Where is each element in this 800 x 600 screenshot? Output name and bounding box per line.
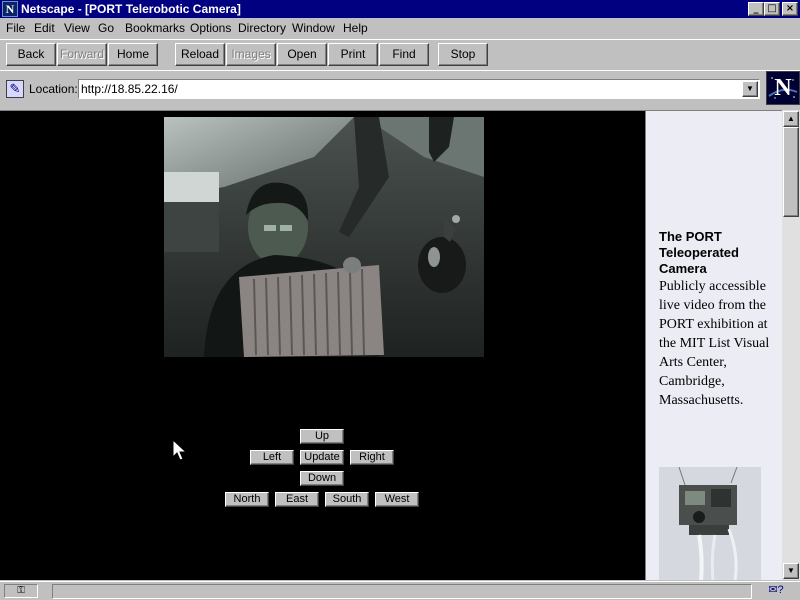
scrollbar-thumb[interactable] [783,127,799,217]
mouse-pointer-icon [172,439,188,461]
open-button[interactable]: Open [277,43,327,66]
status-bar: ⚿ ✉? [0,581,800,600]
close-button[interactable]: × [782,2,798,16]
camera-left-button[interactable]: Left [250,450,294,465]
camera-east-button[interactable]: East [275,492,319,507]
url-dropdown-button[interactable]: ▼ [742,81,758,97]
menu-directory[interactable]: Directory [236,20,288,36]
camera-south-button[interactable]: South [325,492,369,507]
camera-hardware-icon [659,467,761,580]
menu-edit[interactable]: Edit [32,20,57,36]
title-bar[interactable]: N Netscape - [PORT Telerobotic Camera] _… [0,0,800,18]
maximize-button[interactable]: □ [764,2,780,16]
camera-hardware-image [659,467,761,580]
page-content: Up Left Update Right Down North East Sou… [0,110,782,580]
images-button[interactable]: Images [226,43,276,66]
menu-help[interactable]: Help [341,20,370,36]
sidebar-description: Publicly accessible live video from the … [659,279,770,408]
find-button[interactable]: Find [379,43,429,66]
window-title: Netscape - [PORT Telerobotic Camera] [21,2,241,16]
url-input[interactable] [81,81,741,97]
menu-file[interactable]: File [4,20,27,36]
navigation-toolbar: Back Forward Home Reload Images Open Pri… [0,39,800,69]
netscape-logo[interactable]: N [766,71,800,105]
reload-button[interactable]: Reload [175,43,225,66]
location-label: Location: [29,82,78,96]
forward-button[interactable]: Forward [57,43,107,66]
camera-video-image [164,117,484,357]
print-button[interactable]: Print [328,43,378,66]
scroll-down-arrow-icon[interactable]: ▼ [783,563,799,579]
camera-update-button[interactable]: Update [300,450,344,465]
camera-north-button[interactable]: North [225,492,269,507]
location-bar: ✎ Location: ▼ N [0,70,800,108]
camera-west-button[interactable]: West [375,492,419,507]
back-button[interactable]: Back [6,43,56,66]
bookmark-quill-icon[interactable]: ✎ [6,80,24,98]
sidebar-heading: The PORT Teleoperated Camera [659,229,739,276]
camera-up-button[interactable]: Up [300,429,344,444]
vertical-scrollbar[interactable]: ▲ ▼ [782,110,800,580]
camera-scene-icon [164,117,484,357]
camera-down-button[interactable]: Down [300,471,344,486]
info-sidebar: The PORT Teleoperated Camera Publicly ac… [645,111,782,580]
menu-view[interactable]: View [62,20,92,36]
mail-icon[interactable]: ✉? [760,584,792,598]
security-key-icon[interactable]: ⚿ [4,584,38,598]
menu-window[interactable]: Window [290,20,337,36]
menu-bookmarks[interactable]: Bookmarks [123,20,187,36]
menu-go[interactable]: Go [96,20,116,36]
menu-options[interactable]: Options [188,20,233,36]
netscape-app-icon[interactable]: N [2,1,18,17]
status-text-area [52,584,752,599]
netscape-n-logo: N [774,75,792,101]
location-field[interactable]: ▼ [78,79,760,99]
menu-bar: File Edit View Go Bookmarks Options Dire… [0,18,800,38]
minimize-button[interactable]: _ [748,2,764,16]
scroll-up-arrow-icon[interactable]: ▲ [783,111,799,127]
home-button[interactable]: Home [108,43,158,66]
camera-right-button[interactable]: Right [350,450,394,465]
stop-button[interactable]: Stop [438,43,488,66]
